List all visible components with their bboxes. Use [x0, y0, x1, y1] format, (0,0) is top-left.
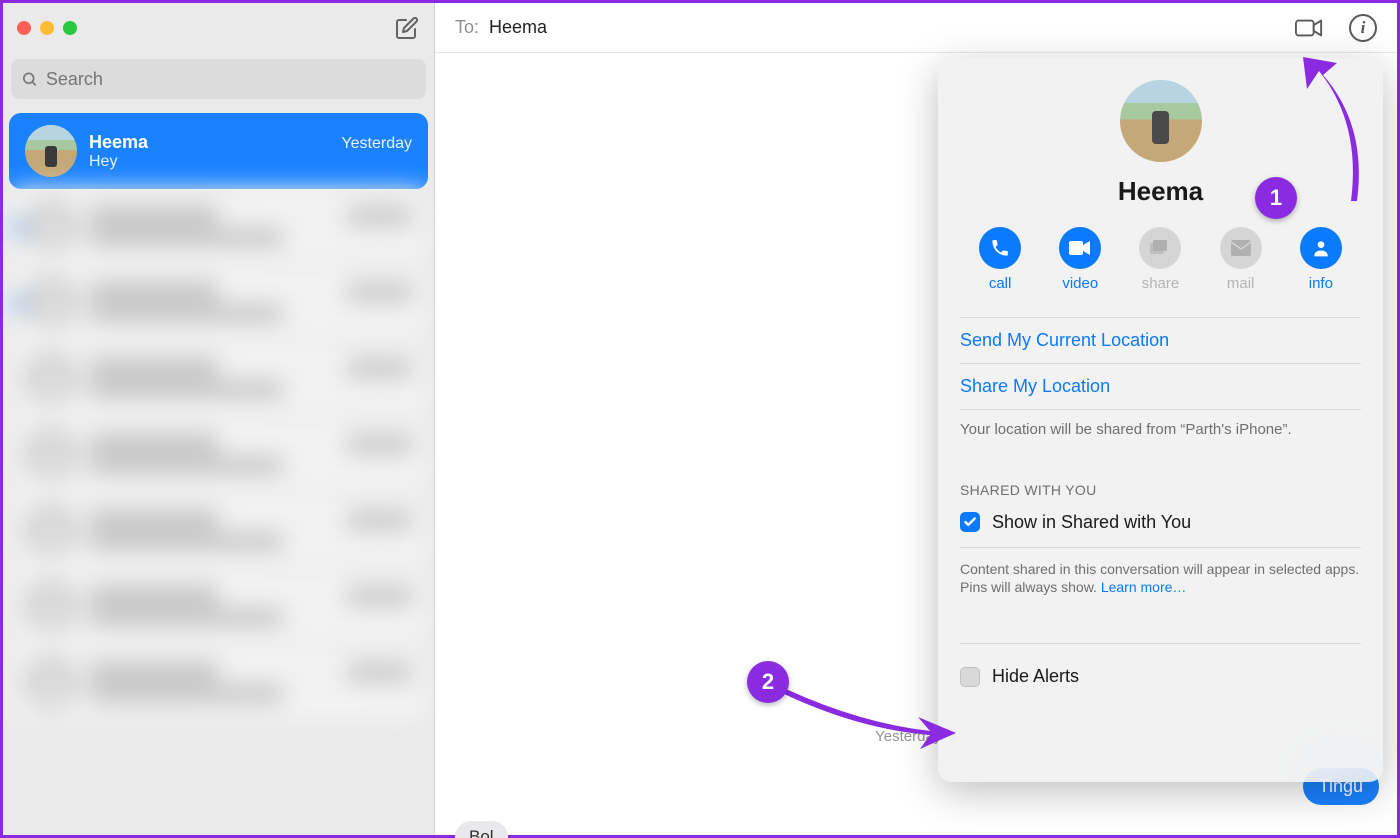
- send-location-link[interactable]: Send My Current Location: [960, 317, 1361, 364]
- mail-label: mail: [1227, 275, 1255, 292]
- avatar: [25, 125, 77, 177]
- search-field[interactable]: [11, 59, 426, 99]
- facetime-icon[interactable]: [1295, 14, 1323, 42]
- avatar: [25, 581, 77, 633]
- annotation-badge-1: 1: [1255, 177, 1297, 219]
- window-controls: [17, 21, 77, 35]
- conversation-name: Heema: [89, 132, 148, 153]
- conversation-item[interactable]: [9, 417, 428, 493]
- contact-avatar[interactable]: [1120, 80, 1202, 162]
- learn-more-link[interactable]: Learn more…: [1101, 579, 1187, 595]
- annotation-arrow-1: [1289, 53, 1379, 208]
- avatar: [25, 505, 77, 557]
- info-button[interactable]: info: [1300, 227, 1342, 292]
- conversation-item-selected[interactable]: Heema Yesterday Hey: [9, 113, 428, 189]
- conversation-item[interactable]: [9, 569, 428, 645]
- annotation-arrow-2: [780, 683, 960, 758]
- shared-section-header: SHARED WITH YOU: [960, 482, 1361, 498]
- close-window-button[interactable]: [17, 21, 31, 35]
- conversation-preview: Hey: [89, 153, 412, 171]
- contact-actions: call video share mail info: [960, 227, 1361, 292]
- avatar: [25, 277, 77, 329]
- mail-icon: [1220, 227, 1262, 269]
- avatar: [25, 353, 77, 405]
- hide-alerts-label: Hide Alerts: [992, 666, 1079, 687]
- hide-alerts-checkbox[interactable]: [960, 667, 980, 687]
- search-container: [3, 53, 434, 109]
- share-location-link[interactable]: Share My Location: [960, 364, 1361, 410]
- shared-description: Content shared in this conversation will…: [960, 547, 1361, 598]
- unread-dot-icon: [13, 298, 24, 309]
- call-button[interactable]: call: [979, 227, 1021, 292]
- conversation-list[interactable]: Heema Yesterday Hey: [3, 109, 434, 835]
- avatar: [25, 429, 77, 481]
- maximize-window-button[interactable]: [63, 21, 77, 35]
- video-icon: [1059, 227, 1101, 269]
- person-info-icon: [1300, 227, 1342, 269]
- messages-window: Heema Yesterday Hey To: Heema: [0, 0, 1400, 838]
- video-label: video: [1062, 275, 1098, 292]
- share-screen-icon: [1139, 227, 1181, 269]
- video-button[interactable]: video: [1059, 227, 1101, 292]
- minimize-window-button[interactable]: [40, 21, 54, 35]
- conversation-item[interactable]: [9, 265, 428, 341]
- mail-button: mail: [1220, 227, 1262, 292]
- hide-alerts-row[interactable]: Hide Alerts: [960, 643, 1361, 687]
- recipient-name: Heema: [489, 17, 547, 38]
- search-input[interactable]: [46, 69, 416, 90]
- check-icon: [963, 515, 977, 529]
- info-icon[interactable]: i: [1349, 14, 1377, 42]
- call-label: call: [989, 275, 1012, 292]
- avatar: [25, 201, 77, 253]
- titlebar: [3, 3, 434, 53]
- to-label: To:: [455, 17, 479, 38]
- show-shared-checkbox[interactable]: [960, 512, 980, 532]
- incoming-message-bubble: Bol: [455, 821, 508, 838]
- unread-dot-icon: [13, 222, 24, 233]
- annotation-badge-2: 2: [747, 661, 789, 703]
- show-shared-row[interactable]: Show in Shared with You: [960, 512, 1361, 533]
- phone-icon: [979, 227, 1021, 269]
- conversation-header: To: Heema i: [435, 3, 1397, 53]
- info-label: info: [1309, 275, 1333, 292]
- share-button: share: [1139, 227, 1181, 292]
- conversation-item[interactable]: [9, 493, 428, 569]
- conversation-pane: To: Heema i Yesterday, 9 Tingu Bol Heema: [435, 3, 1397, 835]
- conversation-item[interactable]: [9, 341, 428, 417]
- avatar: [25, 657, 77, 709]
- show-shared-label: Show in Shared with You: [992, 512, 1191, 533]
- share-label: share: [1142, 275, 1180, 292]
- conversation-time: Yesterday: [341, 135, 412, 153]
- location-hint: Your location will be shared from “Parth…: [960, 410, 1361, 440]
- conversation-item[interactable]: [9, 645, 428, 721]
- sidebar: Heema Yesterday Hey: [3, 3, 435, 835]
- compose-icon[interactable]: [394, 15, 420, 41]
- conversation-item[interactable]: [9, 189, 428, 265]
